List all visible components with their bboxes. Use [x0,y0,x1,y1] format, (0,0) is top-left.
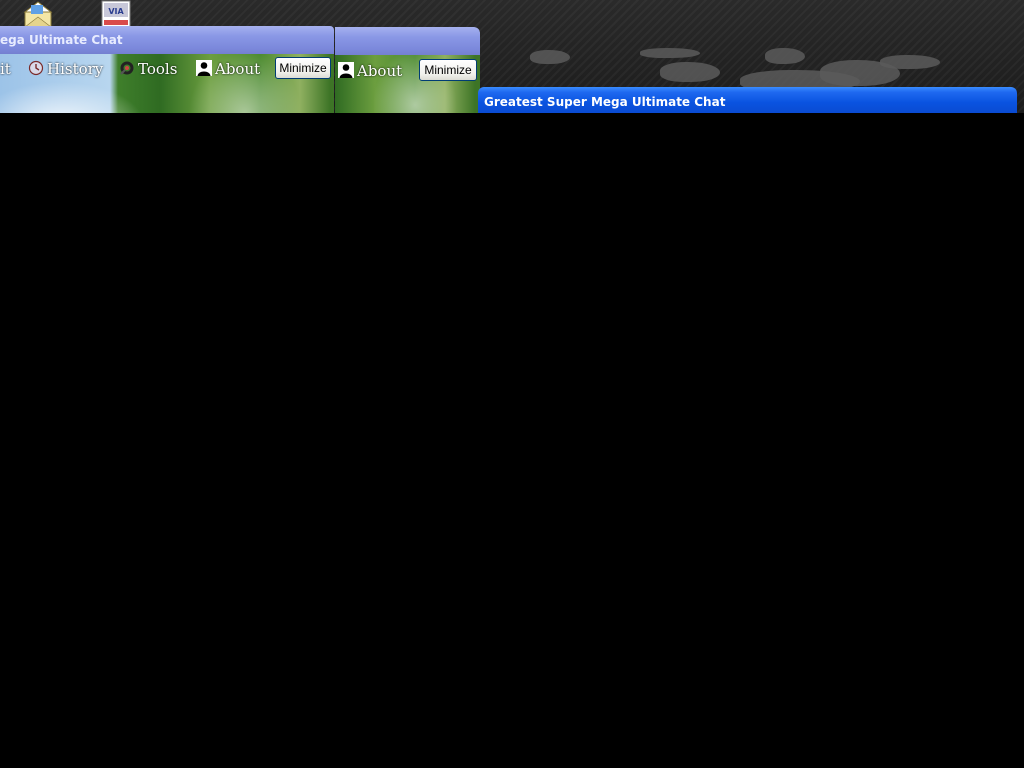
window-title-bar[interactable]: ega Ultimate Chat [0,26,334,54]
menu-tools-label: Tools [138,60,178,78]
chat-window-middle: About Minimize [335,27,480,113]
menu-history-label: History [47,60,104,78]
history-icon [28,60,44,76]
window-title: ega Ultimate Chat [0,33,123,47]
window-title: Greatest Super Mega Ultimate Chat [484,95,726,109]
chat-window-active: Greatest Super Mega Ultimate Chat [478,87,1017,113]
envelope-icon[interactable] [23,0,53,28]
user-silhouette-icon [338,62,354,78]
window-title-bar[interactable] [335,27,480,55]
world-map-landmass [765,48,805,64]
menu-about[interactable]: About [338,60,402,82]
world-map-landmass [530,50,570,64]
chat-window-left: ega Ultimate Chat it History Tools About… [0,26,334,113]
minimize-button[interactable]: Minimize [419,59,477,81]
menu-tools[interactable]: Tools [119,58,177,80]
menu-about-label: About [215,60,261,78]
menu-edit-label: it [0,60,11,78]
menu-about[interactable]: About [196,58,260,80]
world-map-landmass [880,55,940,69]
chat-window-client-area: it History Tools About Minimize [0,54,334,113]
chat-window-client-area: About Minimize [335,55,480,113]
via-driver-icon[interactable]: VIA [101,0,131,28]
menu-history[interactable]: History [28,58,103,80]
world-map-landmass [660,62,720,82]
menu-edit[interactable]: it [0,58,11,80]
window-title-bar[interactable]: Greatest Super Mega Ultimate Chat [478,87,1017,113]
world-map-landmass [640,48,700,58]
tools-icon [119,60,135,76]
via-icon-label: VIA [108,7,124,16]
menu-about-label: About [357,62,403,80]
minimize-button[interactable]: Minimize [275,57,331,79]
user-silhouette-icon [196,60,212,76]
